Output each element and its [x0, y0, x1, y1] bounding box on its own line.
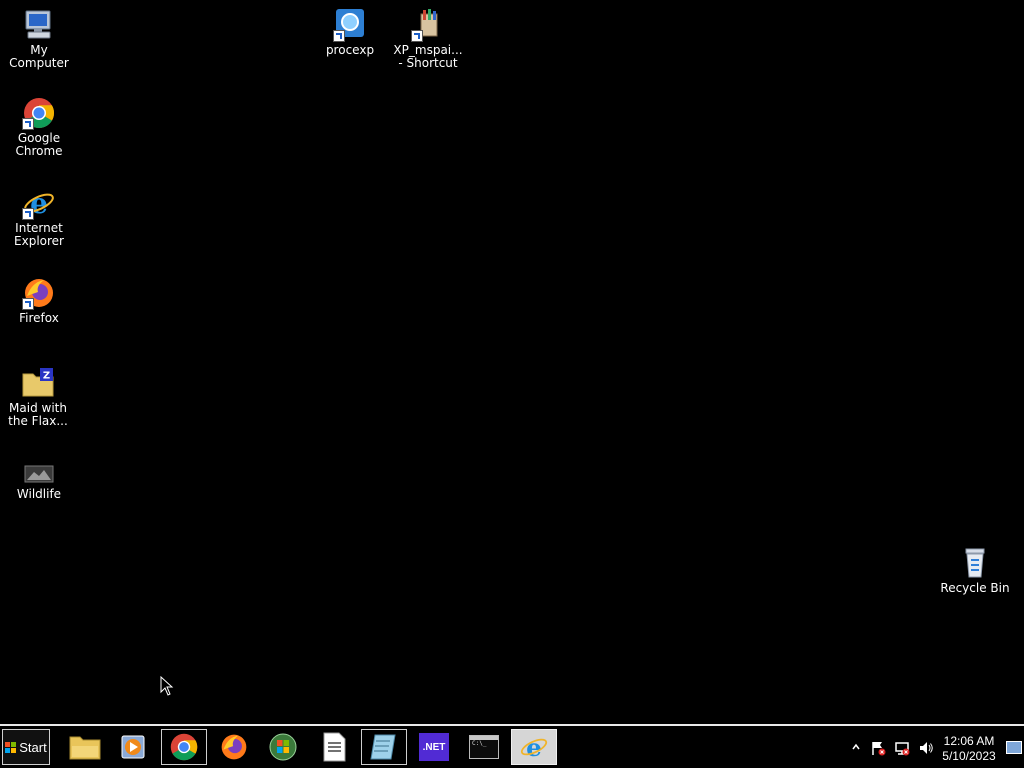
desktop-icon-label: Wildlife	[16, 487, 62, 501]
show-desktop-button[interactable]	[1006, 741, 1022, 754]
computer-icon	[22, 8, 56, 42]
dotnet-icon: .NET	[419, 733, 449, 761]
taskbar-internet-explorer-button[interactable]: e	[511, 729, 557, 765]
desktop-icon-label: My Computer	[9, 43, 69, 70]
zip-folder-icon: Z	[21, 366, 55, 400]
taskbar-windows-button[interactable]	[260, 729, 306, 765]
taskbar-file-explorer-button[interactable]	[62, 729, 108, 765]
cmd-icon: C:\_	[469, 735, 499, 759]
desktop-icon-label: procexp	[325, 43, 375, 57]
firefox-icon	[221, 734, 247, 760]
clock-date: 5/10/2023	[942, 749, 996, 763]
chrome-icon	[170, 733, 198, 761]
recycle-bin-icon	[958, 546, 992, 580]
taskbar-chrome-button[interactable]	[161, 729, 207, 765]
svg-text:Z: Z	[43, 371, 50, 382]
desktop-icon-internet-explorer[interactable]: e Internet Explorer	[0, 186, 79, 248]
windows-flag-icon	[5, 741, 17, 753]
system-tray: 12:06 AM 5/10/2023	[848, 728, 1024, 768]
media-player-icon	[121, 735, 145, 759]
desktop-icon-maid-with-the-flax[interactable]: Z Maid with the Flax...	[0, 366, 78, 428]
folder-icon	[69, 736, 101, 760]
clock[interactable]: 12:06 AM 5/10/2023	[936, 734, 1002, 764]
svg-text:e: e	[526, 733, 542, 762]
mouse-cursor-icon	[160, 676, 174, 696]
desktop-icon-my-computer[interactable]: My Computer	[0, 8, 79, 70]
desktop-icon-recycle-bin[interactable]: Recycle Bin	[935, 546, 1015, 595]
shortcut-arrow-icon	[22, 298, 34, 310]
taskbar-command-prompt-button[interactable]: C:\_	[461, 729, 507, 765]
desktop-icon-wildlife[interactable]: Wildlife	[0, 460, 79, 501]
taskbar-document-button[interactable]	[311, 729, 357, 765]
paint-icon	[411, 8, 445, 42]
desktop-icon-label: Firefox	[19, 311, 59, 325]
desktop-icon-firefox[interactable]: Firefox	[0, 276, 79, 325]
video-thumbnail-icon	[22, 460, 56, 486]
clock-time: 12:06 AM	[943, 734, 995, 748]
desktop-icon-google-chrome[interactable]: Google Chrome	[0, 96, 79, 158]
chrome-icon	[22, 96, 56, 130]
desktop-icon-label: Recycle Bin	[940, 581, 1010, 595]
shortcut-arrow-icon	[411, 30, 423, 42]
desktop-icon-label: Google Chrome	[15, 131, 63, 158]
desktop-icon-label: XP_mspai... - Shortcut	[393, 43, 463, 70]
taskbar: Start .NET C:\_ e 12:06 AM 5/10/2023	[0, 724, 1024, 768]
process-explorer-icon	[333, 8, 367, 42]
desktop-icon-xp-mspaint-shortcut[interactable]: XP_mspai... - Shortcut	[388, 8, 468, 70]
taskbar-firefox-button[interactable]	[211, 729, 257, 765]
taskbar-dotnet-button[interactable]: .NET	[411, 729, 457, 765]
show-hidden-icons-chevron-icon[interactable]	[848, 740, 864, 756]
document-icon	[323, 732, 346, 762]
start-label: Start	[19, 739, 47, 755]
ie-icon: e	[520, 733, 548, 762]
desktop-icon-procexp[interactable]: procexp	[310, 8, 390, 57]
start-button[interactable]: Start	[2, 729, 50, 765]
network-icon[interactable]	[894, 740, 910, 756]
shortcut-arrow-icon	[333, 30, 345, 42]
desktop: My Computer Google Chrome e Internet Exp…	[0, 0, 1024, 724]
firefox-icon	[22, 276, 56, 310]
desktop-icon-label: Internet Explorer	[14, 221, 64, 248]
shortcut-arrow-icon	[22, 118, 34, 130]
taskbar-media-player-button[interactable]	[111, 729, 157, 765]
volume-icon[interactable]	[918, 740, 934, 756]
shortcut-arrow-icon	[22, 208, 34, 220]
windows-orb-icon	[269, 733, 297, 761]
action-center-flag-icon[interactable]	[870, 740, 886, 756]
taskbar-notepad-button[interactable]	[361, 729, 407, 765]
notepad-icon	[370, 734, 396, 760]
ie-icon: e	[22, 186, 56, 220]
desktop-icon-label: Maid with the Flax...	[8, 401, 68, 428]
